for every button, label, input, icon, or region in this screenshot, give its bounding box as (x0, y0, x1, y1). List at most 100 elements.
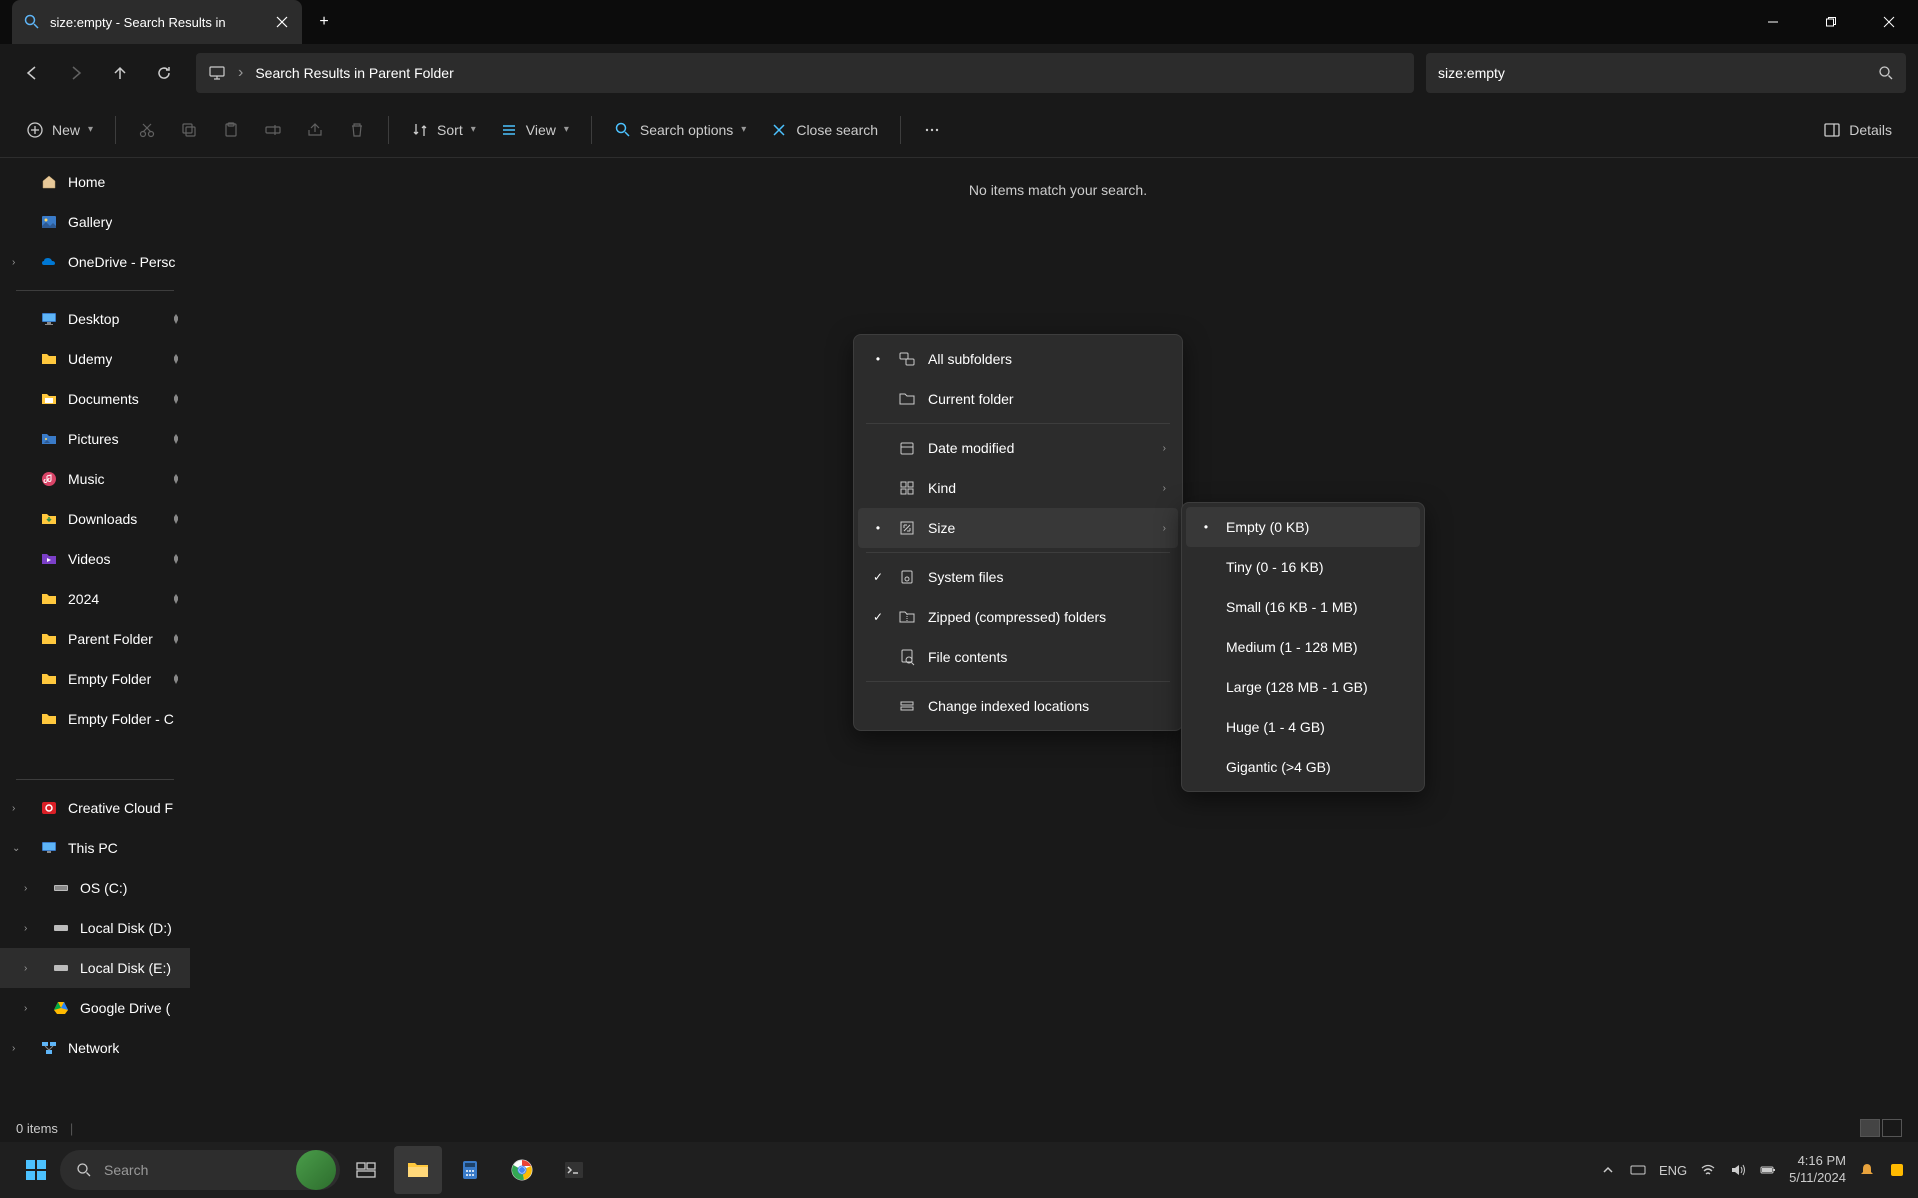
ctx-size-tiny[interactable]: Tiny (0 - 16 KB) (1186, 547, 1420, 587)
calculator-icon (458, 1158, 482, 1182)
sidebar-item-creative-cloud[interactable]: › Creative Cloud F (0, 788, 190, 828)
ctx-all-subfolders[interactable]: • All subfolders (858, 339, 1178, 379)
calculator-app[interactable] (446, 1146, 494, 1194)
expand-icon[interactable]: › (24, 923, 40, 934)
expand-icon[interactable]: › (24, 1003, 40, 1014)
sidebar-item-gallery[interactable]: Gallery (0, 202, 190, 242)
maximize-button[interactable] (1802, 0, 1860, 44)
ctx-size-empty[interactable]: • Empty (0 KB) (1186, 507, 1420, 547)
sidebar-item-2024[interactable]: 2024 (0, 579, 190, 619)
sidebar-item-pictures[interactable]: Pictures (0, 419, 190, 459)
ctx-size-small[interactable]: Small (16 KB - 1 MB) (1186, 587, 1420, 627)
tray-chevron-icon[interactable] (1599, 1161, 1617, 1179)
sidebar-item-udemy[interactable]: Udemy (0, 339, 190, 379)
ctx-size[interactable]: • Size › (858, 508, 1178, 548)
sidebar-item-music[interactable]: Music (0, 459, 190, 499)
ctx-kind[interactable]: Kind › (858, 468, 1178, 508)
sidebar-item-desktop[interactable]: Desktop (0, 299, 190, 339)
minimize-button[interactable] (1744, 0, 1802, 44)
notifications-icon[interactable] (1858, 1161, 1876, 1179)
new-button[interactable]: New ▾ (16, 112, 103, 148)
ctx-file-contents[interactable]: File contents (858, 637, 1178, 677)
chevron-right-icon: › (1163, 523, 1166, 534)
ctx-size-huge[interactable]: Huge (1 - 4 GB) (1186, 707, 1420, 747)
expand-icon[interactable]: › (12, 1043, 28, 1054)
volume-icon[interactable] (1729, 1161, 1747, 1179)
sidebar-item-home[interactable]: Home (0, 162, 190, 202)
clock[interactable]: 4:16 PM 5/11/2024 (1789, 1153, 1846, 1187)
expand-icon[interactable]: › (24, 883, 40, 894)
ctx-size-large[interactable]: Large (128 MB - 1 GB) (1186, 667, 1420, 707)
new-tab-button[interactable]: + (302, 0, 346, 44)
rename-button[interactable] (254, 112, 292, 148)
sidebar-item-empty-folder[interactable]: Empty Folder (0, 659, 190, 699)
sidebar-item-drive-c[interactable]: › OS (C:) (0, 868, 190, 908)
details-view-button[interactable] (1860, 1119, 1880, 1137)
expand-icon[interactable]: › (12, 803, 28, 814)
cut-button[interactable] (128, 112, 166, 148)
sidebar-item-drive-d[interactable]: › Local Disk (D:) (0, 908, 190, 948)
address-bar[interactable]: › Search Results in Parent Folder (196, 53, 1414, 93)
chevron-right-icon: › (1163, 443, 1166, 454)
share-button[interactable] (296, 112, 334, 148)
check-icon: ✓ (870, 570, 886, 584)
sidebar-item-documents[interactable]: Documents (0, 379, 190, 419)
tab-active[interactable]: size:empty - Search Results in (12, 0, 302, 44)
sidebar-item-onedrive[interactable]: › OneDrive - Persc (0, 242, 190, 282)
ctx-zipped-folders[interactable]: ✓ Zipped (compressed) folders (858, 597, 1178, 637)
expand-icon[interactable]: › (24, 963, 40, 974)
sidebar-item-drive-e[interactable]: › Local Disk (E:) (0, 948, 190, 988)
search-box[interactable]: size:empty (1426, 53, 1906, 93)
separator (16, 779, 174, 780)
ctx-size-gigantic[interactable]: Gigantic (>4 GB) (1186, 747, 1420, 787)
task-view-button[interactable] (342, 1146, 390, 1194)
details-pane-icon (1823, 121, 1841, 139)
sidebar-item-parent-folder[interactable]: Parent Folder (0, 619, 190, 659)
sidebar-item-empty-folder-c[interactable]: Empty Folder - C (0, 699, 190, 739)
copy-button[interactable] (170, 112, 208, 148)
chrome-app[interactable] (498, 1146, 546, 1194)
tray-app-icon[interactable] (1888, 1161, 1906, 1179)
refresh-button[interactable] (144, 53, 184, 93)
start-button[interactable] (12, 1146, 60, 1194)
back-button[interactable] (12, 53, 52, 93)
ctx-date-modified[interactable]: Date modified › (858, 428, 1178, 468)
paste-button[interactable] (212, 112, 250, 148)
delete-button[interactable] (338, 112, 376, 148)
taskbar-search-text: Search (104, 1162, 148, 1178)
expand-icon[interactable]: › (12, 257, 28, 268)
chevron-right-icon[interactable]: › (238, 64, 243, 82)
sidebar-item-videos[interactable]: Videos (0, 539, 190, 579)
sidebar-label: Music (68, 471, 105, 487)
explorer-app[interactable] (394, 1146, 442, 1194)
pin-icon (170, 313, 182, 325)
lang-indicator[interactable]: ENG (1659, 1163, 1687, 1178)
close-window-button[interactable] (1860, 0, 1918, 44)
sidebar-item-network[interactable]: › Network (0, 1028, 190, 1068)
close-search-button[interactable]: Close search (760, 112, 888, 148)
ctx-current-folder[interactable]: Current folder (858, 379, 1178, 419)
wifi-icon[interactable] (1699, 1161, 1717, 1179)
battery-icon[interactable] (1759, 1161, 1777, 1179)
search-icon[interactable] (1878, 65, 1894, 81)
ctx-system-files[interactable]: ✓ System files (858, 557, 1178, 597)
ctx-size-medium[interactable]: Medium (1 - 128 MB) (1186, 627, 1420, 667)
view-button[interactable]: View ▾ (490, 112, 579, 148)
sidebar-item-downloads[interactable]: Downloads (0, 499, 190, 539)
more-button[interactable] (913, 112, 951, 148)
sidebar-item-drive-google[interactable]: › Google Drive ( (0, 988, 190, 1028)
terminal-app[interactable] (550, 1146, 598, 1194)
taskbar-search[interactable]: Search (60, 1150, 340, 1190)
forward-button[interactable] (56, 53, 96, 93)
keyboard-icon[interactable] (1629, 1161, 1647, 1179)
details-button[interactable]: Details (1813, 112, 1902, 148)
sidebar-item-thispc[interactable]: ⌄ This PC (0, 828, 190, 868)
search-options-button[interactable]: Search options ▾ (604, 112, 756, 148)
subfolders-icon (898, 350, 916, 368)
up-button[interactable] (100, 53, 140, 93)
ctx-change-indexed[interactable]: Change indexed locations (858, 686, 1178, 726)
tiles-view-button[interactable] (1882, 1119, 1902, 1137)
collapse-icon[interactable]: ⌄ (12, 843, 28, 854)
close-tab-icon[interactable] (274, 14, 290, 30)
sort-button[interactable]: Sort ▾ (401, 112, 486, 148)
